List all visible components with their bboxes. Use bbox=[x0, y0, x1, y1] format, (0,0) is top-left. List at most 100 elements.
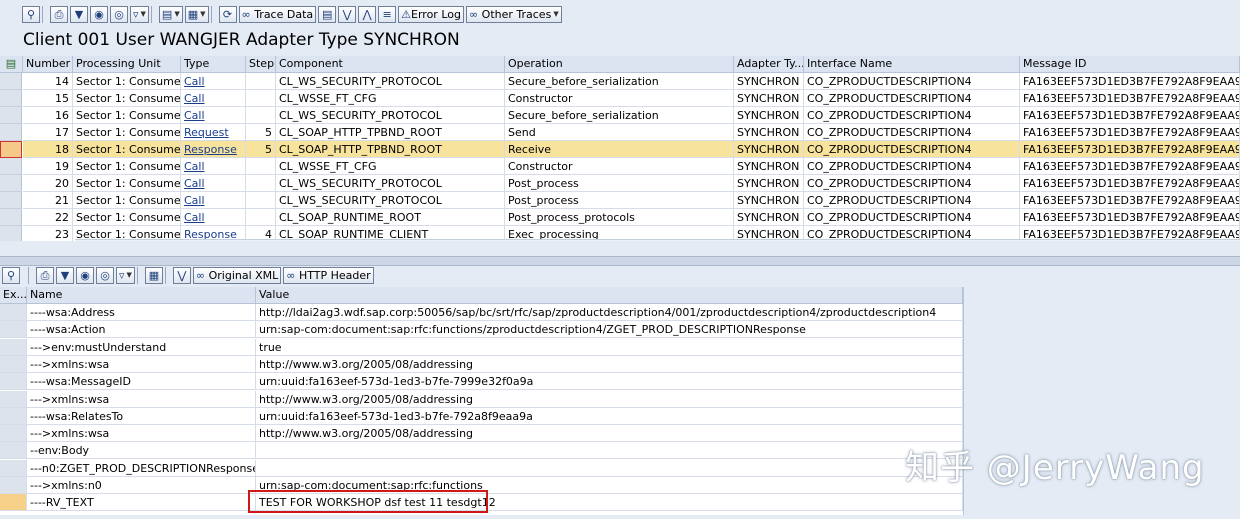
header-processing-unit[interactable]: Processing Unit bbox=[73, 56, 181, 72]
type-link[interactable]: Call bbox=[184, 194, 205, 207]
header-name[interactable]: Name bbox=[27, 287, 256, 303]
expand-cell[interactable] bbox=[0, 407, 27, 425]
row-selector[interactable] bbox=[0, 107, 22, 124]
original-xml-button[interactable]: ∞ Original XML bbox=[192, 266, 282, 284]
table-row[interactable]: 18 Sector 1: Consumer Response 5 CL_SOAP_HTT… bbox=[0, 141, 1240, 158]
trace-data-label: Trace Data bbox=[254, 7, 314, 21]
collapse-button[interactable]: ⋁ bbox=[338, 5, 357, 23]
row-selector[interactable] bbox=[0, 209, 22, 226]
find-next-button[interactable]: ◎ bbox=[110, 5, 128, 23]
error-log-button[interactable]: ⚠ Error Log bbox=[398, 5, 464, 23]
cell-type[interactable]: Call bbox=[181, 90, 246, 107]
cell-type[interactable]: Call bbox=[181, 175, 246, 192]
header-component[interactable]: Component bbox=[276, 56, 505, 72]
find-button-2[interactable]: ◉ bbox=[76, 266, 94, 284]
cell-type[interactable]: Request bbox=[181, 124, 246, 141]
expand-cell[interactable] bbox=[0, 304, 27, 321]
export-button[interactable]: ▤ ▼ bbox=[158, 5, 183, 23]
refresh-button[interactable]: ⟳ bbox=[218, 5, 237, 23]
table-row[interactable]: 19 Sector 1: Consumer Call CL_WSSE_FT_CFG Co… bbox=[0, 158, 1240, 175]
xml-node-row[interactable]: ---n0:ZGET_PROD_DESCRIPTIONResponse bbox=[0, 459, 963, 477]
filter-button[interactable]: ▼ bbox=[70, 5, 88, 23]
header-value[interactable]: Value bbox=[256, 287, 963, 303]
row-selector[interactable] bbox=[0, 124, 22, 141]
other-traces-button[interactable]: ∞ Other Traces ▼ bbox=[465, 5, 562, 23]
print-button-2[interactable]: ⎙ bbox=[36, 266, 54, 284]
header-step[interactable]: Step bbox=[246, 56, 276, 72]
table-row[interactable]: 15 Sector 1: Consumer Call CL_WSSE_FT_CFG Co… bbox=[0, 90, 1240, 107]
row-selector[interactable] bbox=[0, 226, 22, 241]
xml-node-row[interactable]: ----wsa:Address http://ldai2ag3.wdf.sap.c… bbox=[0, 304, 963, 321]
row-selector[interactable] bbox=[0, 192, 22, 209]
print-button[interactable]: ⎙ bbox=[50, 5, 68, 23]
expand-cell[interactable] bbox=[0, 442, 27, 460]
find-next-button-2[interactable]: ◎ bbox=[96, 266, 114, 284]
row-selector[interactable] bbox=[0, 73, 22, 90]
cell-type[interactable]: Call bbox=[181, 107, 246, 124]
set-filter-button[interactable]: ▿ ▼ bbox=[130, 5, 149, 23]
xml-node-row[interactable]: --->xmlns:wsa http://www.w3.org/2005/08/a… bbox=[0, 390, 963, 408]
xml-node-row[interactable]: --->xmlns:wsa http://www.w3.org/2005/08/a… bbox=[0, 425, 963, 443]
cell-type[interactable]: Call bbox=[181, 73, 246, 90]
navigate-button[interactable]: ≡ bbox=[378, 5, 397, 23]
grid-layout-button[interactable]: ▦ bbox=[144, 266, 163, 284]
type-link[interactable]: Call bbox=[184, 211, 205, 224]
type-link[interactable]: Call bbox=[184, 75, 205, 88]
xml-node-row[interactable]: --->xmlns:wsa http://www.w3.org/2005/08/a… bbox=[0, 355, 963, 373]
details-button[interactable]: ▤ bbox=[318, 5, 337, 23]
expand-cell[interactable] bbox=[0, 373, 27, 391]
header-type[interactable]: Type bbox=[181, 56, 246, 72]
xml-node-row[interactable]: --env:Body bbox=[0, 442, 963, 460]
expand-cell[interactable] bbox=[0, 459, 27, 477]
type-link[interactable]: Response bbox=[184, 143, 237, 156]
cell-type[interactable]: Call bbox=[181, 209, 246, 226]
row-selector[interactable] bbox=[0, 175, 22, 192]
xml-node-row[interactable]: ----wsa:RelatesTo urn:uuid:fa163eef-573d-… bbox=[0, 407, 963, 425]
http-header-button[interactable]: ∞ HTTP Header bbox=[283, 266, 374, 284]
table-row[interactable]: 20 Sector 1: Consumer Call CL_WS_SECURITY_P… bbox=[0, 175, 1240, 192]
row-selector[interactable] bbox=[0, 141, 22, 158]
expand-cell[interactable] bbox=[0, 477, 27, 494]
find-button[interactable]: ◉ bbox=[90, 5, 108, 23]
xml-node-row[interactable]: --->env:mustUnderstand true bbox=[0, 338, 963, 356]
expand-cell[interactable] bbox=[0, 425, 27, 443]
table-row[interactable]: 21 Sector 1: Consumer Call CL_WS_SECURITY_P… bbox=[0, 192, 1240, 209]
horizontal-scrollbar[interactable]: ◀ ▶ bbox=[75, 239, 1240, 241]
table-row[interactable]: 22 Sector 1: Consumer Call CL_SOAP_RUNTIME_… bbox=[0, 209, 1240, 226]
xml-node-row[interactable]: ----wsa:MessageID urn:uuid:fa163eef-573d-… bbox=[0, 373, 963, 391]
table-row[interactable]: 14 Sector 1: Consumer Call CL_WS_SECURITY_P… bbox=[0, 73, 1240, 90]
trace-data-button[interactable]: ∞ Trace Data bbox=[238, 5, 317, 23]
expand-cell[interactable] bbox=[0, 390, 27, 408]
header-message-id[interactable]: Message ID bbox=[1020, 56, 1240, 72]
header-number[interactable]: Number bbox=[23, 56, 73, 72]
expand-button[interactable]: ⋀ bbox=[358, 5, 377, 23]
header-expand[interactable]: Ex... bbox=[0, 287, 27, 303]
type-link[interactable]: Call bbox=[184, 109, 205, 122]
header-interface-name[interactable]: Interface Name bbox=[804, 56, 1020, 72]
magnify-button-2[interactable]: ⚲ bbox=[2, 266, 20, 284]
type-link[interactable]: Call bbox=[184, 177, 205, 190]
row-selector[interactable] bbox=[0, 158, 22, 175]
expand-cell[interactable] bbox=[0, 338, 27, 356]
collapse-button-2[interactable]: ⋁ bbox=[172, 266, 191, 284]
table-row[interactable]: 16 Sector 1: Consumer Call CL_WS_SECURITY_P… bbox=[0, 107, 1240, 124]
cell-type[interactable]: Response bbox=[181, 141, 246, 158]
expand-cell[interactable] bbox=[0, 355, 27, 373]
filter-button-2[interactable]: ▼ bbox=[56, 266, 74, 284]
set-filter-button-2[interactable]: ▿ ▼ bbox=[116, 266, 135, 284]
cell-type[interactable]: Call bbox=[181, 158, 246, 175]
xml-node-row[interactable]: ----wsa:Action urn:sap-com:document:sap:r… bbox=[0, 321, 963, 339]
header-operation[interactable]: Operation bbox=[505, 56, 734, 72]
type-link[interactable]: Call bbox=[184, 92, 205, 105]
row-selector[interactable] bbox=[0, 90, 22, 107]
expand-cell[interactable] bbox=[0, 494, 27, 512]
expand-cell[interactable] bbox=[0, 321, 27, 339]
table-row[interactable]: 17 Sector 1: Consumer Request 5 CL_SOAP_HTTP… bbox=[0, 124, 1240, 141]
cell-type[interactable]: Call bbox=[181, 192, 246, 209]
select-all-button[interactable]: ▤ bbox=[0, 56, 23, 72]
type-link[interactable]: Request bbox=[184, 126, 229, 139]
layout-button[interactable]: ▦ ▼ bbox=[184, 5, 209, 23]
type-link[interactable]: Call bbox=[184, 160, 205, 173]
header-adapter-type[interactable]: Adapter Ty... bbox=[734, 56, 804, 72]
magnify-button[interactable]: ⚲ bbox=[22, 5, 40, 23]
